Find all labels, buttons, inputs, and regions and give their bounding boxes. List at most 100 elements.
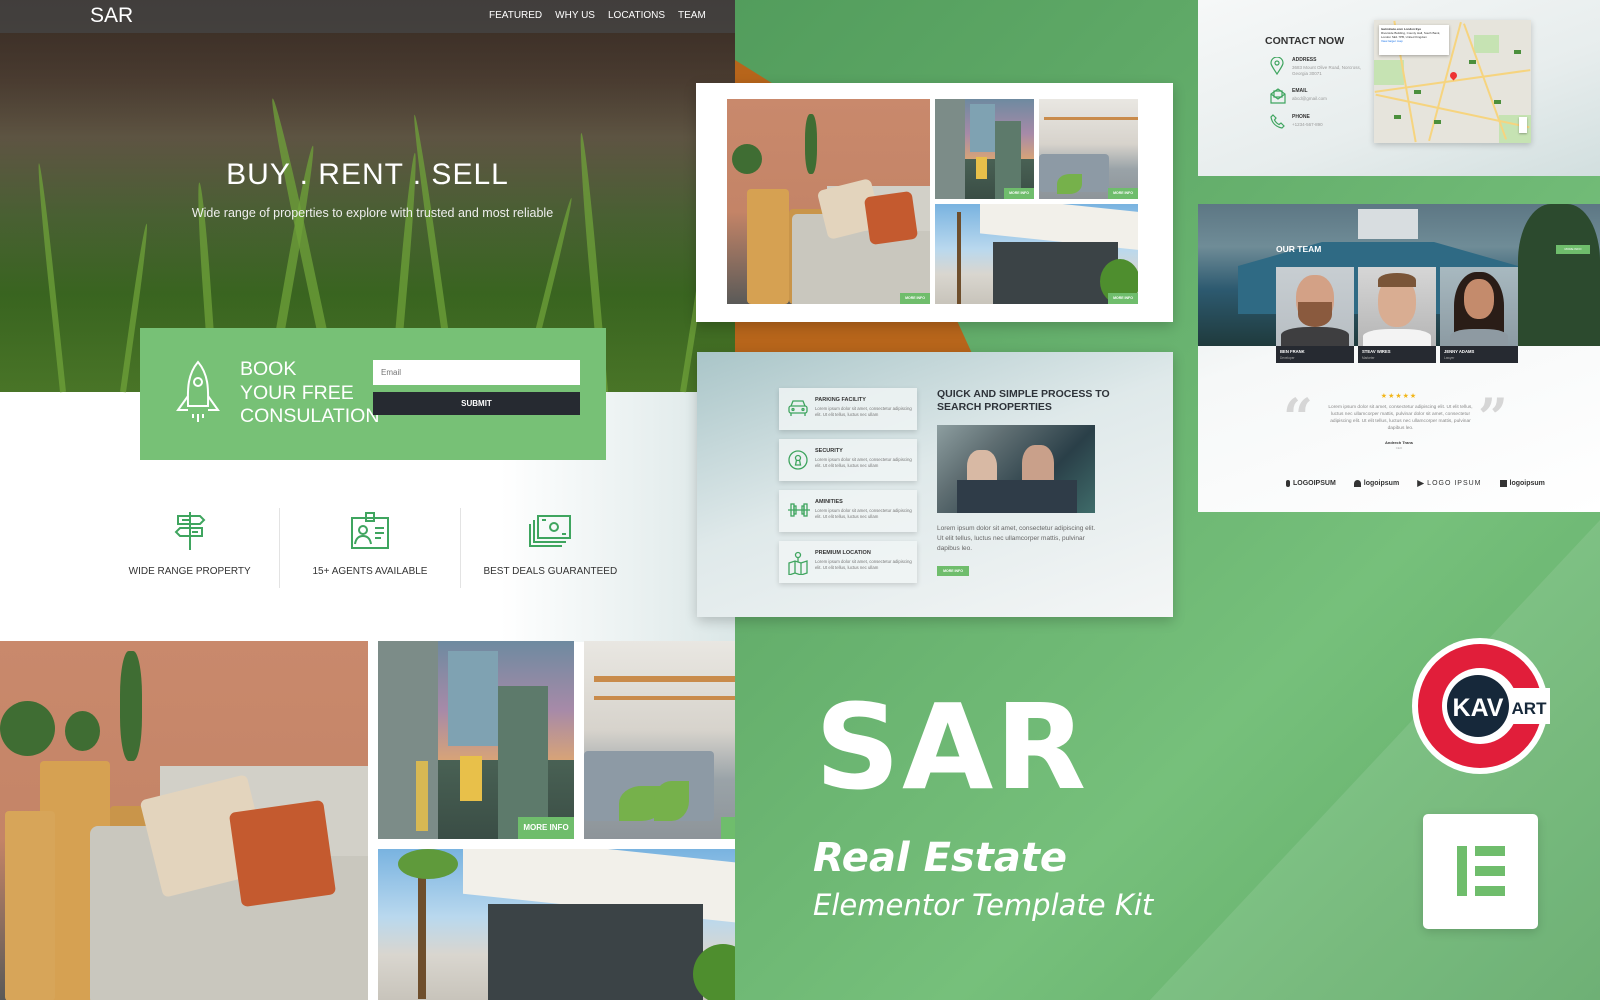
car-icon [788, 400, 808, 416]
kavart-logo-right: ART [1512, 699, 1548, 718]
process-more-info-button[interactable]: MORE INFO [937, 566, 969, 576]
more-info-button[interactable]: MORE INFO [1004, 188, 1034, 199]
property-photo-villa[interactable] [378, 849, 735, 1000]
process-item: PREMIUM LOCATION Lorem ipsum dolor sit a… [779, 541, 917, 583]
process-heading-line1: QUICK AND SIMPLE PROCESS TO [937, 388, 1110, 400]
gallery-section-preview: MORE INFO MORE INFO MORE INFO MORE INFO [696, 83, 1173, 322]
map-info-card: lastminute.com London Eye Riverside Buil… [1379, 25, 1449, 55]
team-title: OUR TEAM [1276, 244, 1322, 254]
keyhole-icon [788, 450, 808, 470]
client-logo: LOGO IPSUM [1417, 480, 1481, 487]
member-photo [1358, 267, 1436, 346]
submit-button[interactable]: SUBMIT [373, 392, 580, 415]
booking-heading-line2: YOUR FREE [240, 381, 354, 404]
process-item-title: SECURITY [815, 448, 843, 454]
contact-section-preview: CONTACT NOW ADDRESS 3683 Mount Olive Roa… [1198, 0, 1600, 176]
process-item: PARKING FACILITY Lorem ipsum dolor sit a… [779, 388, 917, 430]
product-title: SAR [815, 678, 1089, 816]
process-heading: QUICK AND SIMPLE PROCESS TO SEARCH PROPE… [937, 388, 1110, 414]
contact-value: 3683 Mount Olive Road, Norcross, Georgia… [1292, 65, 1362, 76]
team-member-card[interactable]: BEN FRANK Developer [1276, 267, 1354, 363]
process-item-desc: Lorem ipsum dolor sit amet, consectetur … [815, 559, 912, 570]
product-tagline: Elementor Template Kit [813, 888, 1154, 922]
cash-stack-icon [529, 514, 572, 547]
booking-panel: BOOK YOUR FREE CONSULATION SUBMIT [140, 328, 606, 460]
process-item-desc: Lorem ipsum dolor sit amet, consectetur … [815, 508, 912, 519]
team-more-info-button[interactable]: MORE INFO [1556, 245, 1590, 254]
client-logo: LOGOIPSUM [1286, 480, 1336, 487]
member-role: Marketer [1362, 356, 1375, 360]
feature-label: WIDE RANGE PROPERTY [128, 566, 251, 577]
process-heading-line2: SEARCH PROPERTIES [937, 401, 1052, 413]
process-item: AMINITIES Lorem ipsum dolor sit amet, co… [779, 490, 917, 532]
booking-heading-line1: BOOK [240, 358, 297, 380]
property-photo-modern-house[interactable]: MORE INFO [935, 99, 1034, 199]
client-logo: logoipsum [1353, 480, 1399, 487]
process-item-title: PARKING FACILITY [815, 397, 866, 403]
process-item-title: AMINITIES [815, 499, 843, 505]
main-nav: FEATURED WHY US LOCATIONS TEAM [489, 10, 706, 21]
embedded-map[interactable]: lastminute.com London Eye Riverside Buil… [1374, 20, 1531, 143]
hero-title: BUY . RENT . SELL [226, 158, 509, 191]
property-photo-interior[interactable] [584, 641, 735, 839]
site-logo[interactable]: SAR [90, 4, 133, 28]
team-member-card[interactable]: STEAV WIRES Marketer [1358, 267, 1436, 363]
team-section-preview: OUR TEAM MORE INFO BEN FRANK Developer ST… [1198, 204, 1600, 512]
kavart-logo: KAV ART [1412, 638, 1550, 774]
client-logos: LOGOIPSUM logoipsum LOGO IPSUM logoipsum [1286, 480, 1545, 487]
testimonial-author-role: CEO [1395, 446, 1403, 450]
hero-subtitle: Wide range of properties to explore with… [191, 206, 554, 220]
nav-why-us[interactable]: WHY US [555, 10, 595, 21]
map-zoom-controls[interactable] [1519, 117, 1527, 133]
nav-featured[interactable]: FEATURED [489, 10, 542, 21]
family-photo [937, 425, 1095, 513]
process-description: Lorem ipsum dolor sit amet, consectetur … [937, 525, 1096, 552]
more-info-button[interactable] [721, 817, 735, 839]
id-badge-icon [350, 511, 389, 549]
dumbbell-icon [788, 503, 810, 517]
process-item: SECURITY Lorem ipsum dolor sit amet, con… [779, 439, 917, 481]
signpost-icon [174, 511, 206, 550]
contact-value[interactable]: +1234-567-890 [1292, 122, 1372, 128]
property-photo-villa[interactable]: MORE INFO [935, 204, 1138, 304]
contact-label: PHONE [1292, 114, 1310, 120]
more-info-button[interactable]: MORE INFO [1108, 188, 1138, 199]
nav-locations[interactable]: LOCATIONS [608, 10, 665, 21]
map-larger-link[interactable]: View larger map [1381, 39, 1447, 43]
feature-label: 15+ AGENTS AVAILABLE [312, 566, 428, 577]
property-photo-living-room[interactable] [0, 641, 368, 1000]
navbar: SAR FEATURED WHY US LOCATIONS TEAM [0, 0, 735, 33]
map-pin-icon [788, 551, 808, 575]
property-photo-modern-house[interactable]: MORE INFO [378, 641, 574, 839]
email-input[interactable] [373, 360, 580, 385]
phone-icon [1270, 114, 1285, 129]
testimonial-text: Lorem ipsum dolor sit amet, consectetur … [1328, 405, 1473, 431]
client-logo: logoipsum [1499, 480, 1545, 487]
property-photo-living-room[interactable]: MORE INFO [727, 99, 930, 304]
homepage-preview: SAR FEATURED WHY US LOCATIONS TEAM BUY .… [0, 0, 735, 1000]
rocket-icon [176, 360, 220, 422]
team-member-card[interactable]: JENNY ADAMS Lawyer [1440, 267, 1518, 363]
contact-value[interactable]: abcd@gmail.com [1292, 96, 1372, 102]
contact-title: CONTACT NOW [1265, 35, 1345, 47]
nav-team[interactable]: TEAM [678, 10, 706, 21]
feature-label: BEST DEALS GUARANTEED [483, 566, 618, 577]
features-row: WIDE RANGE PROPERTY 15+ AGENTS AVAILABLE [100, 508, 640, 588]
more-info-button[interactable]: MORE INFO [900, 293, 930, 304]
product-subtitle: Real Estate [813, 835, 1068, 881]
member-name: STEAV WIRES [1362, 349, 1391, 354]
envelope-icon [1270, 88, 1286, 104]
member-name: JENNY ADAMS [1444, 349, 1475, 354]
property-photo-interior[interactable]: MORE INFO [1039, 99, 1138, 199]
property-gallery: MORE INFO [0, 641, 735, 1000]
member-photo [1440, 267, 1518, 346]
more-info-button[interactable]: MORE INFO [1108, 293, 1138, 304]
process-section-preview: PARKING FACILITY Lorem ipsum dolor sit a… [697, 352, 1173, 617]
contact-label: ADDRESS [1292, 57, 1317, 63]
member-name: BEN FRANK [1280, 349, 1305, 354]
member-role: Developer [1280, 356, 1295, 360]
process-item-desc: Lorem ipsum dolor sit amet, consectetur … [815, 406, 912, 417]
feature-agents: 15+ AGENTS AVAILABLE [279, 508, 459, 588]
process-item-title: PREMIUM LOCATION [815, 550, 871, 556]
more-info-button[interactable]: MORE INFO [518, 817, 574, 839]
